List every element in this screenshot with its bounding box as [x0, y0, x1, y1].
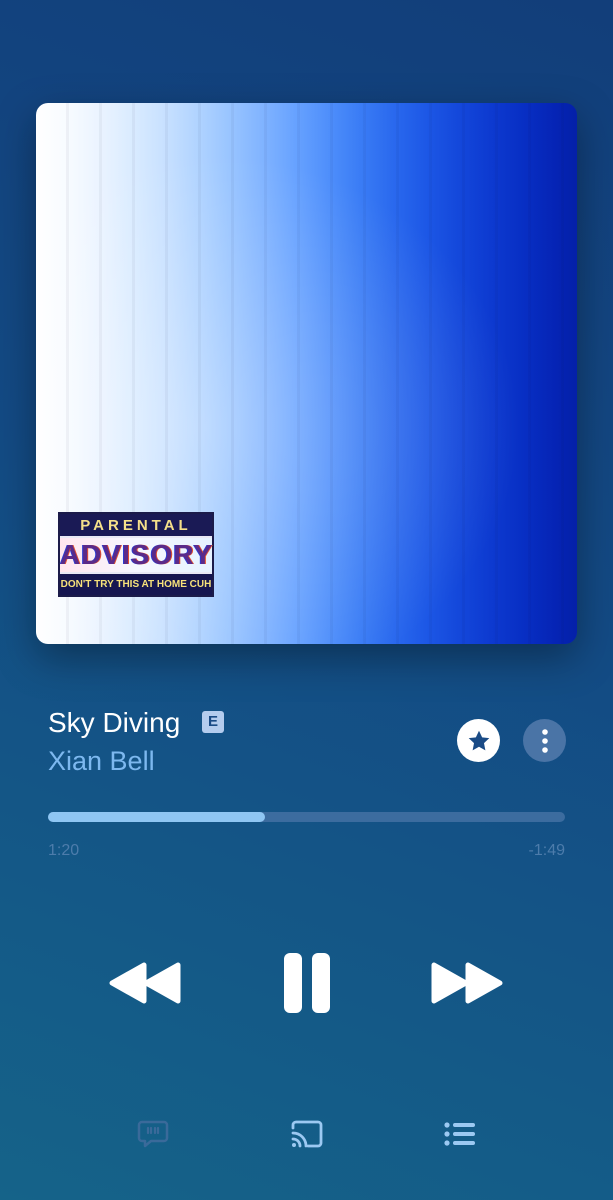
- rewind-button[interactable]: [108, 955, 184, 1011]
- favorite-button[interactable]: [457, 719, 500, 762]
- advisory-top-text: PARENTAL: [60, 514, 212, 538]
- more-options-button[interactable]: [523, 719, 566, 762]
- lyrics-bubble-icon: [137, 1120, 169, 1148]
- progress-bar[interactable]: [48, 812, 565, 822]
- lyrics-button[interactable]: [135, 1116, 171, 1152]
- remaining-time: -1:49: [528, 842, 565, 859]
- advisory-middle-text: ADVISORY: [60, 538, 214, 572]
- advisory-bottom-text: DON'T TRY THIS AT HOME CUH: [60, 572, 212, 595]
- elapsed-time: 1:20: [48, 842, 80, 859]
- artist-name[interactable]: Xian Bell: [48, 744, 155, 778]
- cast-button[interactable]: [289, 1116, 325, 1152]
- explicit-badge: E: [202, 711, 224, 733]
- queue-button[interactable]: [442, 1116, 478, 1152]
- rewind-icon: [109, 962, 181, 1004]
- fast-forward-button[interactable]: [428, 955, 504, 1011]
- album-artwork: PARENTAL ADVISORY DON'T TRY THIS AT HOME…: [36, 103, 577, 644]
- pause-icon: [284, 953, 330, 1013]
- parental-advisory-label: PARENTAL ADVISORY DON'T TRY THIS AT HOME…: [58, 512, 214, 597]
- song-title: Sky Diving: [48, 707, 181, 738]
- more-vertical-icon: [541, 728, 548, 753]
- star-icon: [468, 730, 489, 750]
- pause-button[interactable]: [276, 950, 338, 1016]
- fast-forward-icon: [431, 962, 503, 1004]
- cast-icon: [291, 1120, 323, 1148]
- progress-fill: [48, 812, 266, 822]
- queue-list-icon: [444, 1122, 475, 1146]
